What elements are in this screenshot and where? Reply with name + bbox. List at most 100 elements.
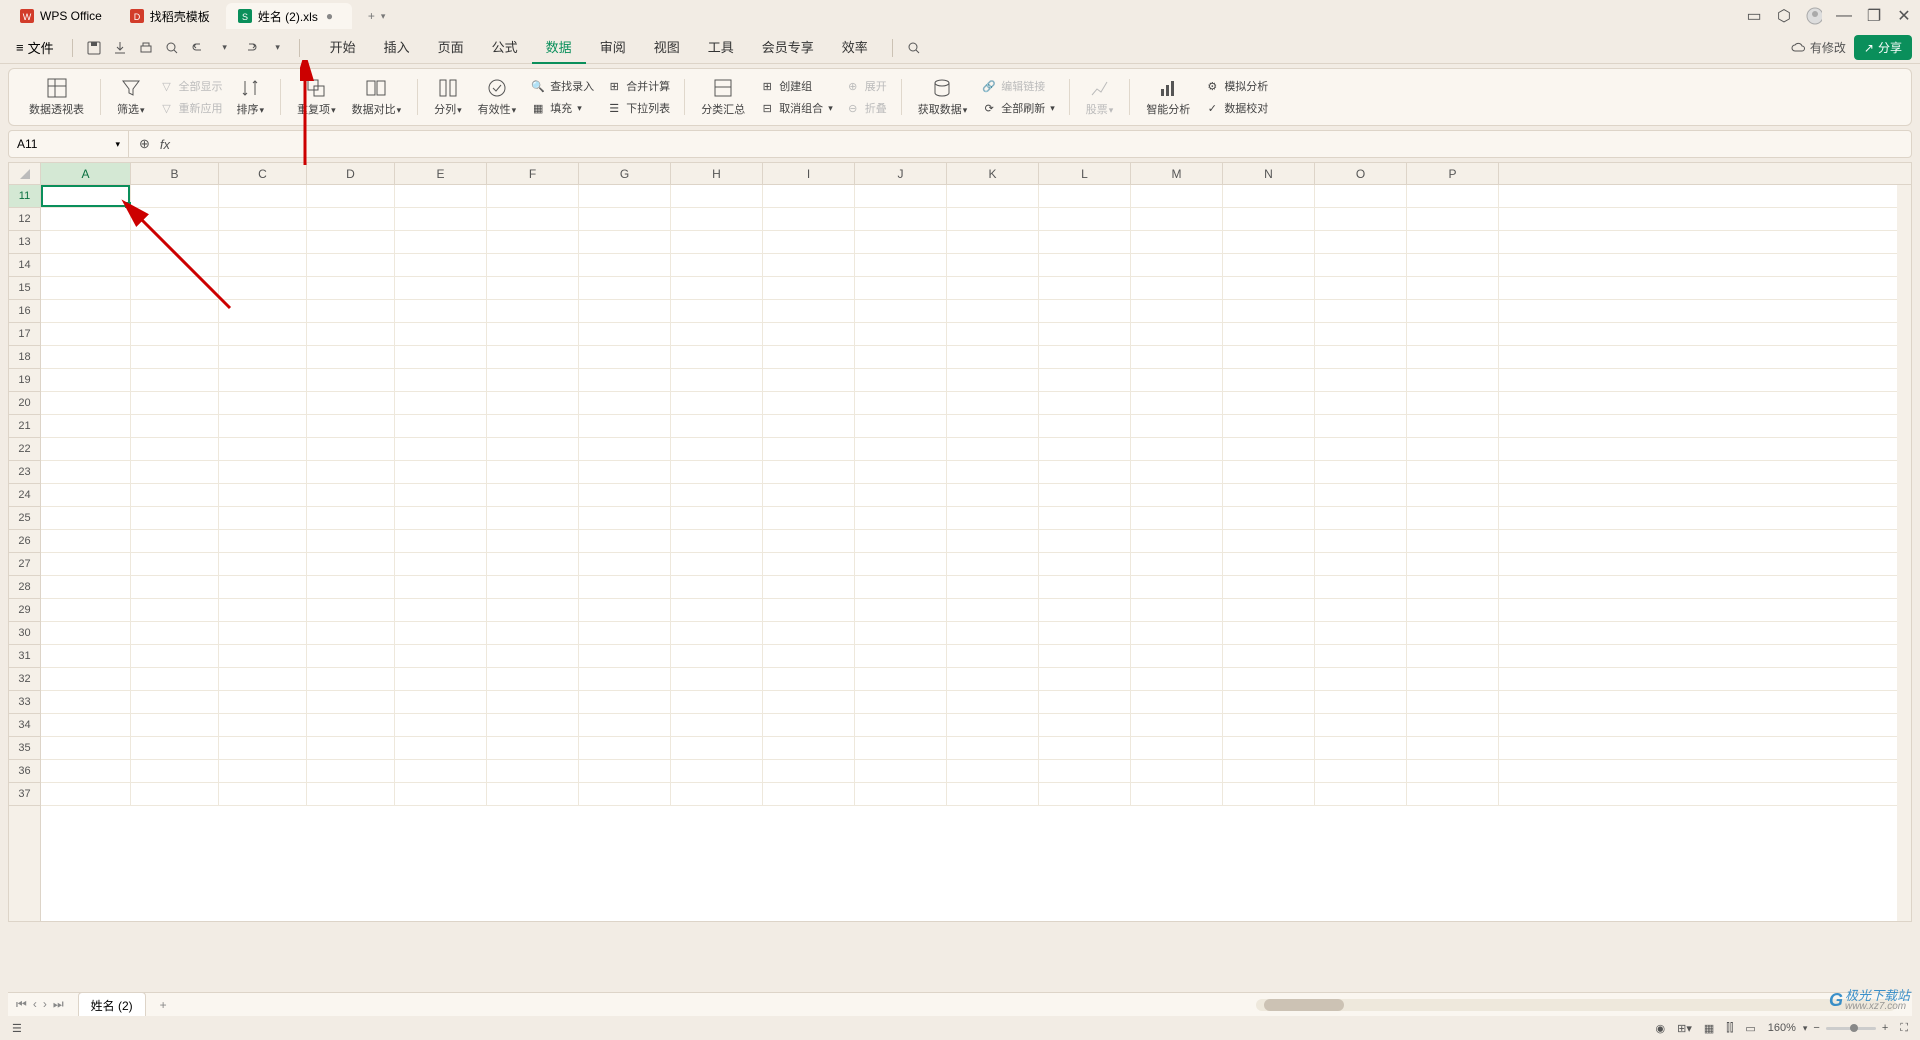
cell[interactable]: [855, 254, 947, 276]
cell[interactable]: [1315, 760, 1407, 782]
cell[interactable]: [763, 645, 855, 667]
cell[interactable]: [487, 576, 579, 598]
find-entry-button[interactable]: 🔍查找录入: [526, 76, 598, 96]
cell[interactable]: [307, 645, 395, 667]
cell[interactable]: [307, 346, 395, 368]
cell[interactable]: [947, 783, 1039, 805]
cell[interactable]: [41, 576, 131, 598]
cell[interactable]: [131, 737, 219, 759]
undo-dropdown[interactable]: ▾: [214, 37, 236, 59]
cell[interactable]: [1131, 668, 1223, 690]
menu-tab-start[interactable]: 开始: [316, 31, 370, 64]
cell[interactable]: [1223, 691, 1315, 713]
cell[interactable]: [41, 277, 131, 299]
cell[interactable]: [579, 461, 671, 483]
cell[interactable]: [307, 231, 395, 253]
row-header[interactable]: 23: [9, 461, 40, 484]
row-header[interactable]: 14: [9, 254, 40, 277]
cell[interactable]: [579, 208, 671, 230]
fill-button[interactable]: ▦填充▾: [526, 98, 598, 118]
cell[interactable]: [1223, 392, 1315, 414]
edit-link-button[interactable]: 🔗编辑链接: [977, 76, 1059, 96]
cell[interactable]: [855, 760, 947, 782]
cell[interactable]: [219, 369, 307, 391]
cell[interactable]: [395, 622, 487, 644]
cell[interactable]: [219, 185, 307, 207]
group-button[interactable]: ⊞创建组: [755, 76, 837, 96]
menu-tab-tools[interactable]: 工具: [694, 31, 748, 64]
row-header[interactable]: 36: [9, 760, 40, 783]
row-header[interactable]: 22: [9, 438, 40, 461]
cell[interactable]: [41, 668, 131, 690]
cell[interactable]: [1039, 599, 1131, 621]
cell[interactable]: [763, 231, 855, 253]
cell[interactable]: [1315, 783, 1407, 805]
cell[interactable]: [579, 369, 671, 391]
cell[interactable]: [131, 668, 219, 690]
cell[interactable]: [947, 622, 1039, 644]
cell[interactable]: [1223, 346, 1315, 368]
row-header[interactable]: 21: [9, 415, 40, 438]
cell[interactable]: [1223, 369, 1315, 391]
cell[interactable]: [41, 185, 131, 207]
cell[interactable]: [131, 461, 219, 483]
column-header[interactable]: E: [395, 163, 487, 184]
cell[interactable]: [855, 553, 947, 575]
cell[interactable]: [395, 415, 487, 437]
cell[interactable]: [855, 645, 947, 667]
cell[interactable]: [219, 599, 307, 621]
cell[interactable]: [1223, 760, 1315, 782]
cell[interactable]: [763, 714, 855, 736]
row-header[interactable]: 34: [9, 714, 40, 737]
cell[interactable]: [1039, 737, 1131, 759]
cell[interactable]: [131, 231, 219, 253]
cell[interactable]: [1407, 392, 1499, 414]
cell[interactable]: [41, 553, 131, 575]
menu-tab-review[interactable]: 审阅: [586, 31, 640, 64]
column-header[interactable]: N: [1223, 163, 1315, 184]
cell[interactable]: [763, 277, 855, 299]
horizontal-scrollbar[interactable]: [1256, 999, 1896, 1011]
cell[interactable]: [763, 208, 855, 230]
cell[interactable]: [1223, 231, 1315, 253]
cell[interactable]: [41, 254, 131, 276]
cell[interactable]: [395, 438, 487, 460]
cube-icon[interactable]: ⬡: [1776, 8, 1792, 24]
cell[interactable]: [671, 392, 763, 414]
cell[interactable]: [579, 760, 671, 782]
cell[interactable]: [947, 185, 1039, 207]
cell[interactable]: [219, 507, 307, 529]
sheet-first-button[interactable]: ⏮: [16, 997, 27, 1012]
cell[interactable]: [487, 231, 579, 253]
cell[interactable]: [395, 553, 487, 575]
cell[interactable]: [1223, 461, 1315, 483]
menu-tab-view[interactable]: 视图: [640, 31, 694, 64]
cell[interactable]: [219, 231, 307, 253]
cell[interactable]: [487, 484, 579, 506]
cell[interactable]: [307, 208, 395, 230]
cell[interactable]: [487, 714, 579, 736]
row-header[interactable]: 24: [9, 484, 40, 507]
cell[interactable]: [763, 599, 855, 621]
cell[interactable]: [307, 622, 395, 644]
cell[interactable]: [947, 369, 1039, 391]
cell[interactable]: [307, 783, 395, 805]
cell[interactable]: [487, 737, 579, 759]
subtotal-button[interactable]: 分类汇总: [695, 73, 751, 121]
cell[interactable]: [131, 576, 219, 598]
fx-icon[interactable]: fx: [160, 137, 170, 152]
column-header[interactable]: H: [671, 163, 763, 184]
pivot-table-button[interactable]: 数据透视表: [23, 73, 90, 121]
cell[interactable]: [579, 300, 671, 322]
cell[interactable]: [1315, 208, 1407, 230]
cell[interactable]: [1131, 254, 1223, 276]
cell[interactable]: [307, 277, 395, 299]
cell[interactable]: [487, 783, 579, 805]
search-button[interactable]: [903, 37, 925, 59]
cell[interactable]: [487, 530, 579, 552]
cell[interactable]: [219, 714, 307, 736]
cell[interactable]: [131, 622, 219, 644]
view-split-icon[interactable]: ▭: [1745, 1022, 1755, 1035]
cell[interactable]: [579, 622, 671, 644]
cell[interactable]: [395, 254, 487, 276]
